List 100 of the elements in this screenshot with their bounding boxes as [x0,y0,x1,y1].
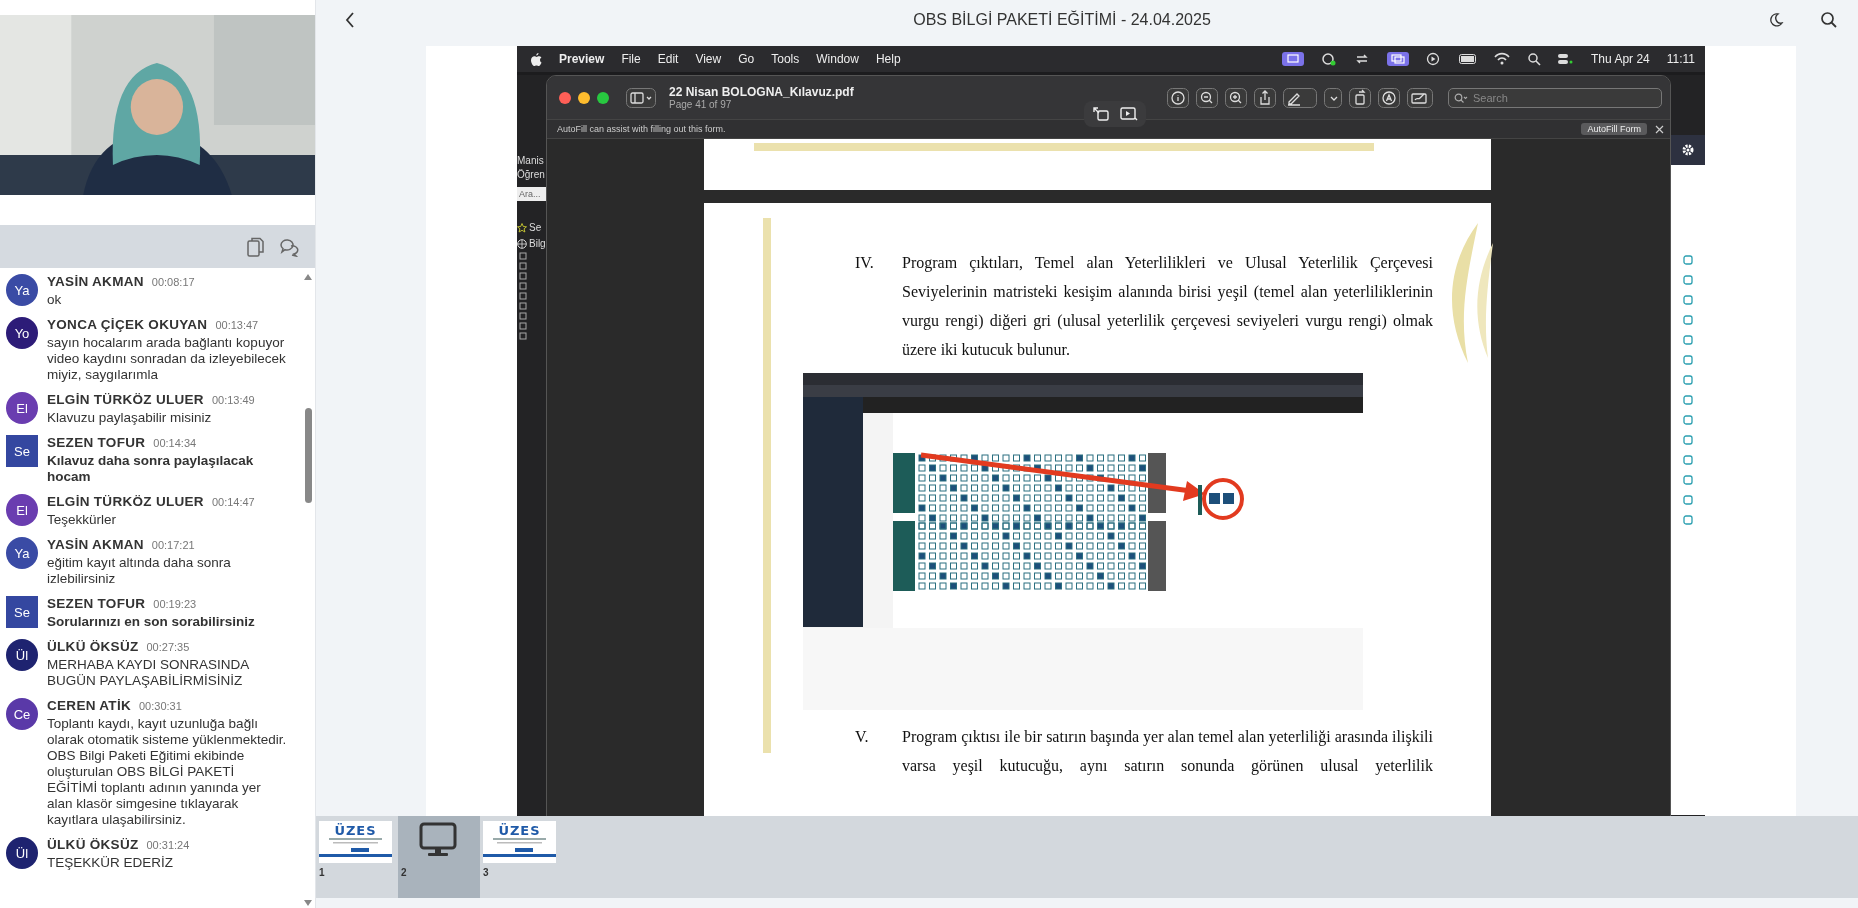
message-time: 00:31:24 [146,839,190,851]
search-icon[interactable] [1527,52,1542,66]
message-text: ok [47,292,63,308]
link-icon[interactable] [1682,375,1693,385]
menu-item[interactable]: View [695,52,722,66]
search-field[interactable]: Ara... [517,187,547,201]
slide-thumbnail[interactable]: 2 [398,816,480,898]
signature-icon[interactable] [1407,87,1433,108]
sidebar-text: Manis [517,155,545,166]
menu-bar-date: Thu Apr 24 [1591,52,1650,66]
link-icon[interactable] [1682,495,1693,505]
slide-thumbnail[interactable]: ÜZES 1 [316,816,398,898]
globe-icon[interactable] [517,238,527,249]
control-center-icon[interactable] [1558,52,1575,66]
info-icon[interactable] [1167,87,1189,108]
sender-name: SEZEN TOFUR [47,435,146,450]
slide-thumbnail[interactable]: ÜZES 3 [480,816,562,898]
message-text: eğitim kayıt altında daha sonra izlebilirsiniz [47,555,232,587]
avatar: Ya [6,537,38,569]
menu-item[interactable]: Tools [771,52,800,66]
menu-item[interactable]: Help [875,52,901,66]
caret-icon[interactable] [1324,87,1342,108]
link-icon[interactable] [1682,355,1693,365]
sidebar-toggle-icon[interactable] [626,87,656,108]
avatar: Ül [6,639,38,671]
search-field[interactable]: Search [1448,87,1662,108]
slide-title: ÜZES [334,824,377,838]
window-control-icon[interactable] [559,91,571,104]
list-number: V. [855,727,870,747]
copy-icon[interactable] [247,236,265,257]
sender-name: ÜLKÜ ÖKSÜZ [47,837,139,852]
message-time: 00:14:47 [211,496,255,508]
back-icon[interactable] [344,11,356,29]
message-time: 00:19:23 [153,598,197,610]
rotate-icon[interactable] [1349,87,1371,108]
message-time: 00:13:47 [215,319,259,331]
window-control-icon[interactable] [597,91,609,104]
share-icon[interactable] [1254,87,1276,108]
moon-icon[interactable] [1768,12,1784,28]
slide-number: 3 [483,867,490,878]
status-icon[interactable] [1321,52,1338,66]
search-icon[interactable] [1820,11,1838,29]
pen-icon[interactable] [1283,87,1317,108]
link-icon[interactable] [1682,515,1693,525]
search-icon [1454,92,1468,103]
battery-icon[interactable] [1459,52,1478,66]
avatar: Se [6,435,38,467]
message-text: sayın hocalarım arada bağlantı kopuyor video kaydını sonradan da izleyebilecek miyiz, saygılarımla [47,335,287,383]
menu-item[interactable]: Go [738,52,755,66]
apple-icon[interactable] [531,52,542,66]
scroll-down-icon[interactable] [304,900,312,906]
message-time: 00:08:17 [151,276,195,288]
meeting-title: OBS BİLGİ PAKETİ EĞİTİMİ - 24.04.2025 [912,11,1212,29]
wifi-icon[interactable] [1494,52,1511,66]
menu-item[interactable]: File [621,52,641,66]
markup-icon[interactable] [1378,87,1400,108]
settings-icon[interactable] [1680,143,1695,157]
close-icon[interactable] [1655,124,1664,134]
avatar: Ya [6,274,38,306]
slide-number: 1 [319,867,326,878]
sidebar-item[interactable]: Bilg [529,238,546,249]
message-text: Kılavuz daha sonra paylaşılacak hocam [47,453,255,485]
link-icon[interactable] [1682,335,1693,345]
avatar: Ce [6,698,38,730]
chat-icon[interactable] [279,236,299,257]
link-icon[interactable] [1682,315,1693,325]
document-title: 22 Nisan BOLOGNA_Kılavuz.pdf [669,85,854,99]
zoom-out-icon[interactable] [1196,87,1218,108]
menu-item[interactable]: Edit [657,52,679,66]
link-icon[interactable] [1682,295,1693,305]
window-control-icon[interactable] [578,91,590,104]
avatar: El [6,494,38,526]
link-icon[interactable] [1682,255,1693,265]
message-time: 00:30:31 [139,700,182,712]
sender-name: ELGİN TÜRKÖZ ULUER [47,494,204,509]
link-icon[interactable] [1682,435,1693,445]
link-icon[interactable] [1682,455,1693,465]
sender-name: SEZEN TOFUR [47,596,146,611]
sender-name: ELGİN TÜRKÖZ ULUER [47,392,204,407]
screen-share-icon[interactable] [1282,52,1305,66]
link-icon[interactable] [1682,415,1693,425]
menu-item[interactable]: Window [816,52,859,66]
link-icon[interactable] [1682,275,1693,285]
avatar: Ül [6,837,38,869]
windows-icon[interactable] [1387,52,1410,66]
link-icon[interactable] [1682,395,1693,405]
scroll-up-icon[interactable] [304,274,312,280]
autofill-button[interactable]: AutoFill Form [1581,123,1647,135]
zoom-in-icon[interactable] [1225,87,1247,108]
star-icon[interactable] [517,222,527,233]
sidebar-item[interactable]: Se [529,222,542,233]
scrollbar-thumb[interactable] [305,408,312,503]
message-text: Toplantı kaydı, kayıt uzunluğa bağlı olarak otomatik sisteme yüklenmektedir. OBS Bilgi Paketi Eğitimi ekibinde oluşturulan OBS BİLGİ PAKETİ EĞİTİMİ toplantı adının yanında yer alan klasör simgesine tıklayarak kayıtlara ulaşabilirsiniz. [47,716,287,828]
sender-name: YONCA ÇİÇEK OKUYAN [47,317,208,332]
menu-item[interactable]: Preview [559,52,605,66]
exit-fullscreen-icon[interactable] [1092,106,1110,122]
autofill-message: AutoFill can assist with filling out this form. [557,124,726,134]
link-icon[interactable] [1682,475,1693,485]
screen-play-icon[interactable] [1120,106,1138,122]
message-time: 00:14:34 [153,437,197,449]
